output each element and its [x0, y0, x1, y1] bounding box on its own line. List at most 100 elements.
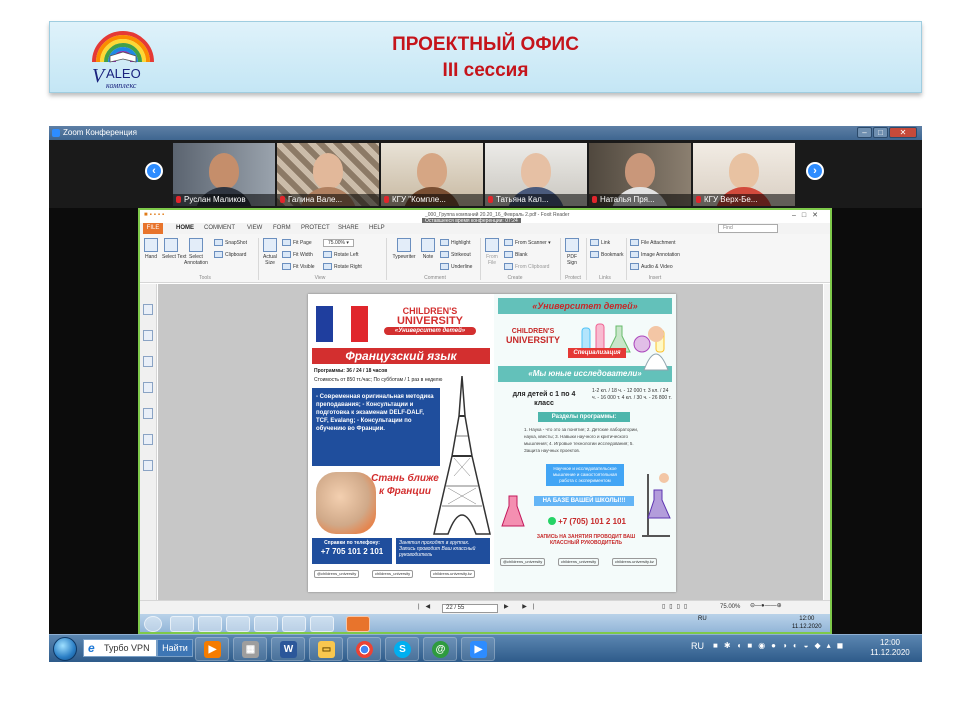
status-zoom-value[interactable]: 75.00% [720, 604, 740, 610]
language-indicator[interactable]: RU [691, 641, 704, 651]
remote-explorer-icon[interactable] [198, 616, 222, 632]
select-annotation-button[interactable]: Select Annotation [182, 238, 210, 266]
taskbar-mail-agent[interactable]: @ [423, 637, 457, 661]
participant-tile[interactable]: Руслан Маликов [173, 143, 275, 206]
find-input[interactable]: Find [718, 224, 778, 233]
strikeout-button[interactable]: Strikeout [440, 251, 471, 258]
remote-zoom-icon[interactable] [282, 616, 306, 632]
taskbar-word[interactable]: W [271, 637, 305, 661]
fit-width-button[interactable]: Fit Width [282, 251, 313, 258]
search-go-button[interactable]: Найти [157, 639, 193, 657]
group-create: Create [507, 275, 523, 281]
tab-form[interactable]: FORM [273, 225, 291, 231]
vpn-search-input[interactable]: e Турбо VPN [83, 639, 157, 657]
foxit-statusbar: |◀ ◀ 22 / 55 ▶ ▶| ▯▯▯▯ 75.00% ⊖—●——⊕ [140, 600, 830, 614]
quick-access-icons[interactable]: ■▪▪▪▪ [144, 212, 166, 218]
flyer-price: Стоимость от 850 тг./час; По субботам / … [314, 377, 443, 383]
flyer-bullets: - Современная оригинальная методика преп… [312, 388, 440, 466]
strikeout-icon [440, 251, 449, 258]
taskbar-media-player[interactable]: ▶ [195, 637, 229, 661]
close-button[interactable]: ✕ [889, 127, 917, 138]
flyer-audience: для детей с 1 по 4 класс [512, 391, 576, 407]
taskbar-calculator[interactable]: ▦ [233, 637, 267, 661]
signature-panel-icon[interactable] [143, 460, 153, 471]
participant-tile[interactable]: Наталья Пря... [589, 143, 691, 206]
tray-icons[interactable]: ■✱◖■◉●◑◐◒◆▴◼ [713, 641, 849, 650]
rotate-left-button[interactable]: Rotate Left [323, 251, 358, 258]
document-canvas[interactable]: CHILDREN'S UNIVERSITY «Университет детей… [158, 284, 823, 600]
comments-panel-icon[interactable] [143, 356, 153, 367]
file-attachment-button[interactable]: File Attachment [630, 239, 675, 246]
mic-muted-icon [384, 196, 389, 203]
clipboard-button[interactable]: Clipboard [214, 251, 246, 258]
tab-file[interactable]: FILE [143, 223, 163, 234]
from-scanner-button[interactable]: From Scanner ▾ [504, 239, 551, 246]
remote-start-icon[interactable] [144, 616, 162, 632]
blank-button[interactable]: Blank [504, 251, 528, 258]
from-clipboard-button[interactable]: From Clipboard [504, 263, 549, 270]
fit-visible-button[interactable]: Fit Visible [282, 263, 315, 270]
tab-view[interactable]: VIEW [247, 225, 262, 231]
page-number-input[interactable]: 22 / 55 [442, 604, 498, 613]
participant-tile[interactable]: КГУ "Комплe... [381, 143, 483, 206]
participant-tile[interactable]: Татьяна Кал... [485, 143, 587, 206]
bookmarks-panel-icon[interactable] [143, 304, 153, 315]
page-nav-next-icons[interactable]: ▶ ▶| [504, 603, 540, 610]
tab-comment[interactable]: COMMENT [204, 225, 235, 231]
group-tools: Tools [199, 275, 211, 281]
maximize-button[interactable]: □ [873, 127, 888, 138]
link-button[interactable]: Link [590, 239, 610, 246]
taskbar-zoom[interactable]: ▶ [461, 637, 495, 661]
pages-panel-icon[interactable] [143, 330, 153, 341]
remote-powerpoint-icon[interactable] [310, 616, 334, 632]
remote-foxit-icon[interactable] [346, 616, 370, 632]
participant-tile[interactable]: Галина Вале... [277, 143, 379, 206]
attachments-panel-icon[interactable] [143, 408, 153, 419]
view-mode-icons[interactable]: ▯▯▯▯ [662, 603, 691, 610]
tab-help[interactable]: HELP [369, 225, 385, 231]
bookmark-button[interactable]: Bookmark [590, 251, 624, 258]
audio-video-button[interactable]: Audio & Video [630, 263, 673, 270]
taskbar-clock[interactable]: 12:00 11.12.2020 [863, 638, 917, 658]
fit-width-icon [282, 251, 291, 258]
zoom-select[interactable]: 75.00% ▾ [323, 239, 354, 247]
pdf-sign-button[interactable]: PDF Sign [564, 238, 580, 266]
foxit-window-controls[interactable]: –□✕ [792, 211, 824, 219]
tab-protect[interactable]: PROTECT [301, 225, 330, 231]
security-panel-icon[interactable] [143, 434, 153, 445]
note-button[interactable]: Note [420, 238, 436, 260]
tab-home[interactable]: HOME [176, 225, 194, 231]
foxit-side-panel [140, 284, 157, 604]
tab-share[interactable]: SHARE [338, 225, 359, 231]
vertical-scrollbar[interactable] [824, 284, 830, 600]
participant-tile[interactable]: КГУ Верх-Бе... [693, 143, 795, 206]
actual-size-button[interactable]: Actual Size [261, 238, 279, 266]
snapshot-button[interactable]: SnapShot [214, 239, 247, 246]
remote-media-icon[interactable] [254, 616, 278, 632]
typewriter-button[interactable]: Typewriter [390, 238, 418, 260]
from-file-button[interactable]: From File [484, 238, 500, 266]
rotate-right-button[interactable]: Rotate Right [323, 263, 362, 270]
slide-title-line2: III сессия [442, 60, 529, 81]
hand-tool-button[interactable]: Hand [143, 238, 159, 260]
remote-chrome-icon[interactable] [226, 616, 250, 632]
select-text-button[interactable]: Select Text [162, 238, 186, 260]
highlight-button[interactable]: Highlight [440, 239, 470, 246]
layers-panel-icon[interactable] [143, 382, 153, 393]
minimize-button[interactable]: – [857, 127, 872, 138]
mic-muted-icon [488, 196, 493, 203]
flyer-sections-list: 1. Наука - что это за понятие; 2. Детски… [524, 427, 639, 453]
zoom-slider[interactable]: ⊖—●——⊕ [750, 602, 782, 609]
pdf-page: CHILDREN'S UNIVERSITY «Университет детей… [308, 294, 676, 592]
remote-ie-icon[interactable] [170, 616, 194, 632]
taskbar-skype[interactable]: S [385, 637, 419, 661]
prev-page-arrow-icon[interactable]: ‹ [145, 162, 163, 180]
image-annotation-button[interactable]: Image Annotation [630, 251, 680, 258]
taskbar-chrome[interactable] [347, 637, 381, 661]
underline-button[interactable]: Underline [440, 263, 472, 270]
foxit-titlebar: ■▪▪▪▪ _000_Группа компаний 20.20_16_Февр… [140, 210, 830, 224]
next-page-arrow-icon[interactable]: › [806, 162, 824, 180]
fit-page-button[interactable]: Fit Page [282, 239, 312, 246]
taskbar-explorer[interactable]: ▭ [309, 637, 343, 661]
start-button[interactable] [53, 637, 77, 661]
